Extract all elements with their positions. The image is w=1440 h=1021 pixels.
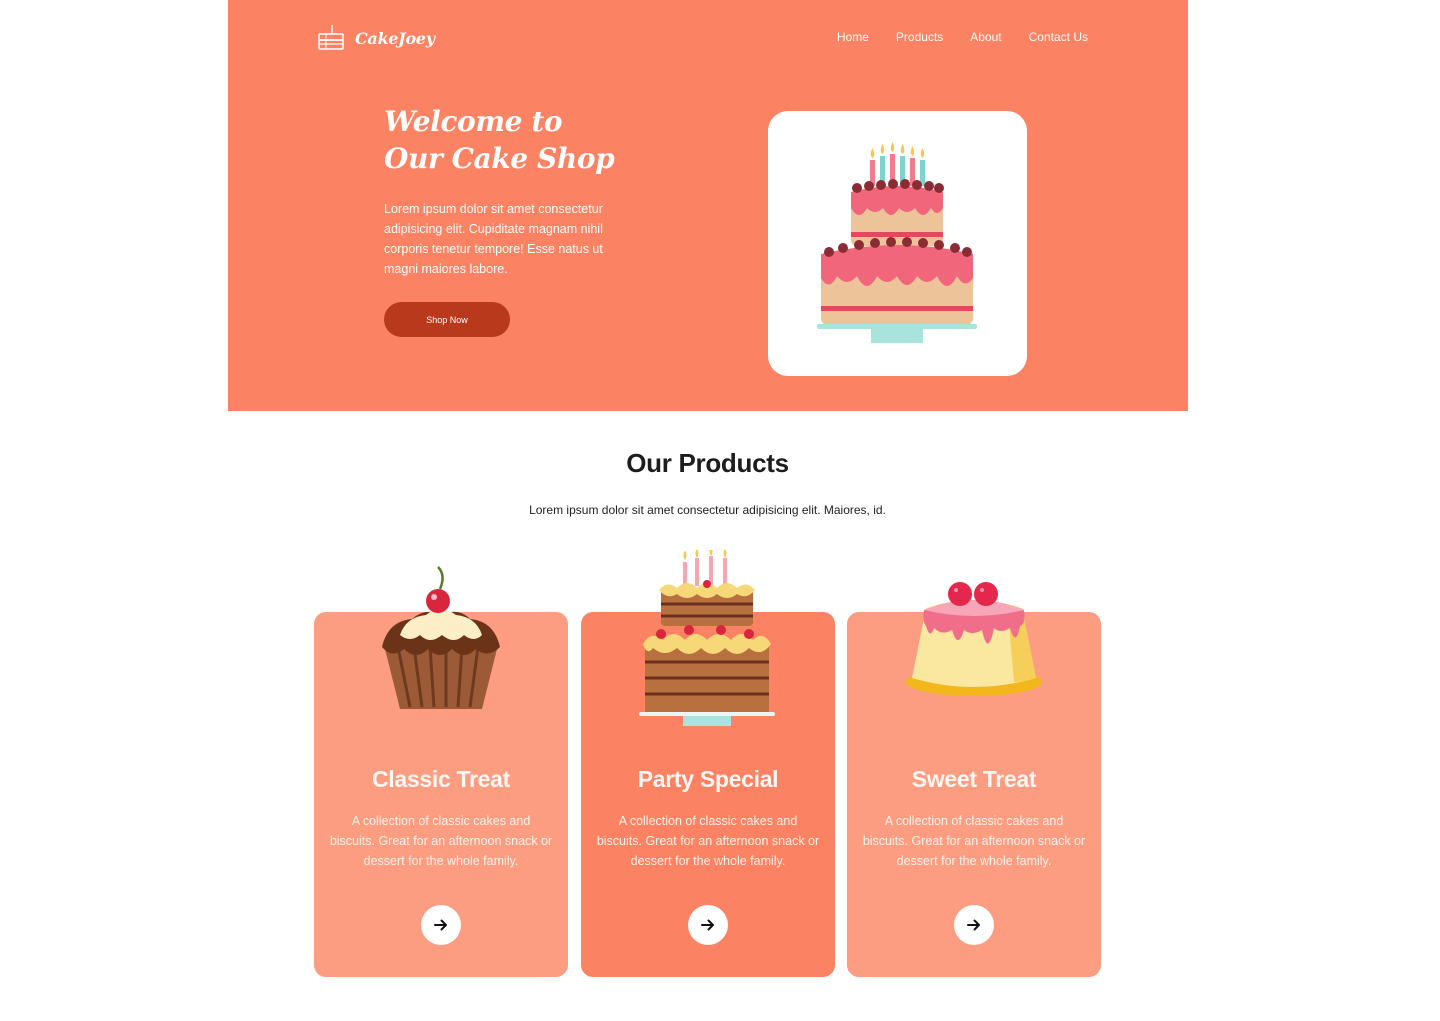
nav-link-products[interactable]: Products xyxy=(896,30,943,44)
hero-description: Lorem ipsum dolor sit amet consectetur a… xyxy=(384,202,603,276)
product-card-arrow-button[interactable] xyxy=(421,905,461,945)
product-card-description: A collection of classic cakes and biscui… xyxy=(329,814,553,868)
products-title: Our Products xyxy=(626,448,789,478)
hero-image-card xyxy=(768,111,1027,376)
hero-title-line1: Welcome to xyxy=(384,105,563,138)
brand-logo[interactable]: CakeJoey xyxy=(316,20,435,56)
product-card-arrow-button[interactable] xyxy=(954,905,994,945)
hero-title: Welcome to Our Cake Shop xyxy=(384,103,615,177)
product-card-title: Classic Treat xyxy=(371,766,511,792)
shop-now-button[interactable]: Shop Now xyxy=(384,302,510,337)
pudding-illustration xyxy=(906,582,1042,696)
product-card-description: A collection of classic cakes and biscui… xyxy=(862,814,1086,868)
main-nav: Home Products About Contact Us xyxy=(837,30,1088,44)
product-card-arrow-button[interactable] xyxy=(688,905,728,945)
nav-link-about[interactable]: About xyxy=(970,30,1001,44)
product-card-title: Sweet Treat xyxy=(911,766,1037,792)
brand-name: CakeJoey xyxy=(355,28,435,48)
candles xyxy=(870,142,925,186)
hero-title-line2: Our Cake Shop xyxy=(384,142,615,175)
products-subtitle: Lorem ipsum dolor sit amet consectetur a… xyxy=(529,503,886,517)
cupcake-illustration xyxy=(382,566,500,709)
hero-section: CakeJoey Home Products About Contact Us … xyxy=(228,0,1188,411)
birthday-cake-illustration xyxy=(817,142,977,343)
arrow-right-icon xyxy=(967,919,980,931)
party-cake-illustration xyxy=(639,550,775,726)
arrow-right-icon xyxy=(701,919,714,931)
cake-slice-icon xyxy=(318,24,344,50)
product-card-description: A collection of classic cakes and biscui… xyxy=(596,814,820,868)
arrow-right-icon xyxy=(434,919,447,931)
product-card-title: Party Special xyxy=(637,766,779,792)
nav-link-contact[interactable]: Contact Us xyxy=(1029,30,1088,44)
nav-link-home[interactable]: Home xyxy=(837,30,869,44)
